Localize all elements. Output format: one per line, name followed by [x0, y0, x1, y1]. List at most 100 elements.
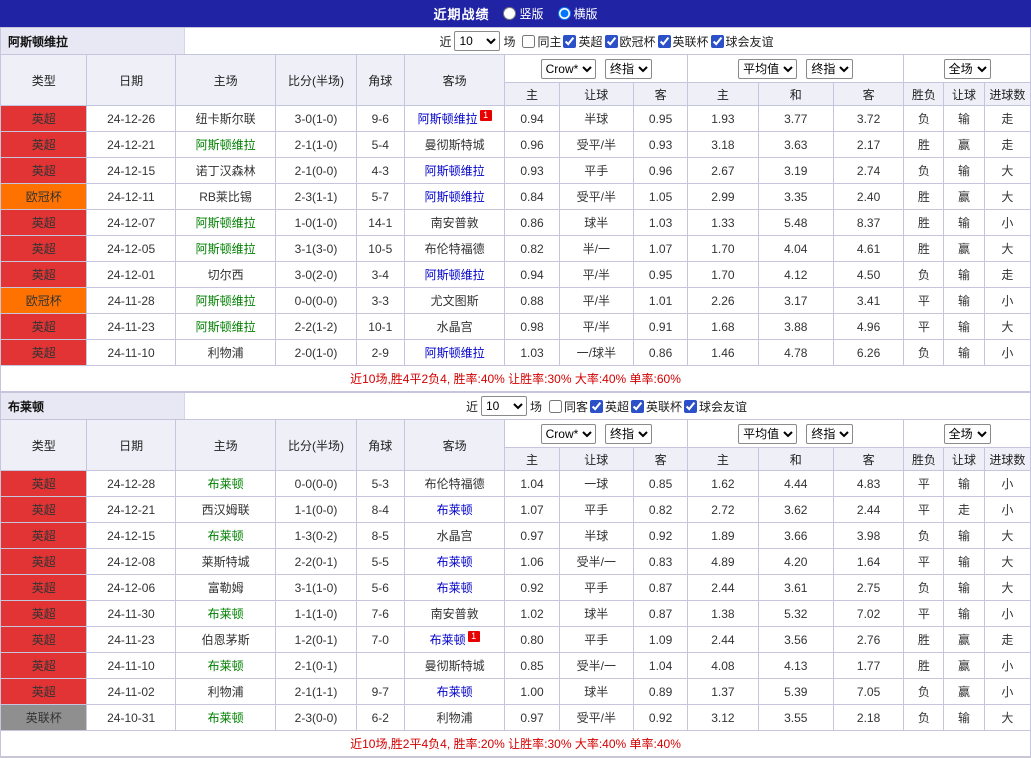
ah-home-odds: 0.94	[504, 105, 560, 132]
result-wdl: 负	[903, 261, 945, 288]
filter-checkbox[interactable]	[604, 34, 618, 48]
scope-controls: 全场	[903, 54, 1031, 83]
filter-label: 英联杯	[672, 34, 709, 49]
col-ah-result: 让球	[943, 447, 985, 471]
filter-英联杯[interactable]: 英联杯	[631, 398, 682, 415]
result-handicap: 赢	[943, 626, 985, 653]
league-filters: 同主 英超 欧冠杯 英联杯 球会友谊	[522, 33, 775, 50]
result-handicap: 走	[943, 496, 985, 523]
ah-away-odds: 0.93	[632, 131, 689, 158]
filter-球会友谊[interactable]: 球会友谊	[684, 398, 747, 415]
ah-line: 平手	[558, 626, 634, 653]
corners-cell	[355, 652, 405, 679]
scope-select[interactable]: 全场	[943, 58, 991, 79]
eu-stage-select[interactable]: 终指	[806, 58, 854, 79]
match-count-select[interactable]: 10	[454, 31, 501, 51]
filter-checkbox[interactable]	[563, 34, 577, 48]
eu-source-select[interactable]: 平均值	[738, 58, 798, 79]
eu-away-odds: 3.98	[832, 522, 905, 549]
eu-draw-odds: 3.63	[757, 131, 834, 158]
result-goals: 大	[983, 548, 1031, 575]
ah-line: 球半	[558, 600, 634, 627]
match-row: 欧冠杯 24-12-11 RB莱比锡 2-3(1-1) 5-7 阿斯顿维拉 0.84 受平/半…	[0, 183, 1031, 210]
eu-draw-odds: 5.32	[757, 600, 834, 627]
home-team-cell: 布莱顿	[174, 522, 277, 549]
match-row: 英超 24-12-26 纽卡斯尔联 3-0(1-0) 9-6 阿斯顿维拉 1 0.94 半球 0.…	[0, 105, 1031, 132]
col-eu-draw: 和	[757, 82, 834, 106]
filter-欧冠杯[interactable]: 欧冠杯	[604, 33, 656, 50]
ah-home-odds: 0.96	[504, 131, 560, 158]
col-ah-home: 主	[504, 447, 560, 471]
match-row: 英超 24-11-30 布莱顿 1-1(1-0) 7-6 南安普敦 1.02 球半 0.87 1.…	[0, 600, 1031, 627]
col-away-team: 客场	[403, 419, 506, 471]
col-score: 比分(半场)	[275, 54, 357, 106]
layout-vertical-label: 竖版	[519, 7, 544, 21]
result-handicap: 赢	[943, 652, 985, 679]
layout-horizontal-radio[interactable]	[557, 7, 571, 20]
result-goals: 小	[983, 287, 1031, 314]
eu-away-odds: 2.40	[832, 183, 905, 210]
away-team-cell: 阿斯顿维拉	[403, 339, 506, 366]
filter-bar: 近 10 场 同客 英超 英联杯 球会友谊	[185, 393, 1030, 419]
filter-suffix: 场	[529, 399, 542, 414]
eu-draw-odds: 4.04	[757, 235, 834, 262]
score-cell: 2-3(0-0)	[275, 704, 357, 731]
away-team-cell: 曼彻斯特城	[403, 131, 506, 158]
team-name: 利物浦	[207, 346, 244, 360]
match-count-select[interactable]: 10	[480, 396, 527, 416]
filter-同客[interactable]: 同客	[548, 398, 588, 415]
result-wdl: 平	[903, 496, 945, 523]
layout-option-horizontal[interactable]: 横版	[557, 5, 598, 22]
result-wdl: 胜	[903, 131, 945, 158]
col-ah-away: 客	[632, 82, 689, 106]
team-name: 富勒姆	[207, 581, 244, 595]
eu-stage-select[interactable]: 终指	[806, 423, 854, 444]
filter-checkbox[interactable]	[710, 34, 724, 48]
eu-home-odds: 1.89	[687, 522, 759, 549]
result-goals: 小	[983, 652, 1031, 679]
filter-checkbox[interactable]	[684, 399, 698, 413]
team-name: 阿斯顿维拉	[195, 216, 256, 230]
result-goals: 走	[983, 626, 1031, 653]
filter-checkbox[interactable]	[631, 399, 645, 413]
filter-checkbox[interactable]	[522, 34, 536, 48]
filter-label: 球会友谊	[699, 399, 748, 414]
result-handicap: 输	[943, 704, 985, 731]
scope-select[interactable]: 全场	[943, 423, 991, 444]
bookmaker-select[interactable]: Crow*	[540, 58, 596, 79]
match-row: 欧冠杯 24-11-28 阿斯顿维拉 0-0(0-0) 3-3 尤文图斯 0.88 平/半 1.…	[0, 287, 1031, 314]
corners-cell: 3-4	[355, 261, 405, 288]
match-date: 24-11-23	[86, 626, 176, 653]
filter-同主[interactable]: 同主	[522, 33, 561, 50]
filter-英联杯[interactable]: 英联杯	[657, 33, 709, 50]
bookmaker-select[interactable]: Crow*	[540, 423, 596, 444]
ah-stage-select[interactable]: 终指	[604, 423, 652, 444]
filter-球会友谊[interactable]: 球会友谊	[710, 33, 774, 50]
ah-away-odds: 0.85	[632, 470, 689, 497]
recent-results-page: 近期战绩 竖版 横版 阿斯顿维拉 近 10 场 同主 英超 欧冠杯 英联杯 球会友谊	[0, 0, 1031, 758]
away-team-cell: 利物浦	[403, 704, 506, 731]
team-name: 阿斯顿维拉	[195, 242, 256, 256]
col-goals-result: 进球数	[983, 82, 1031, 106]
score-cell: 2-2(0-1)	[275, 548, 357, 575]
layout-option-vertical[interactable]: 竖版	[503, 5, 544, 22]
eu-draw-odds: 3.55	[757, 704, 834, 731]
match-row: 英超 24-12-28 布莱顿 0-0(0-0) 5-3 布伦特福德 1.04 一球 0.85 1…	[0, 470, 1031, 497]
layout-vertical-radio[interactable]	[503, 7, 517, 20]
result-wdl: 负	[903, 574, 945, 601]
filter-checkbox[interactable]	[590, 399, 603, 413]
league-badge: 英超	[0, 339, 88, 366]
filter-checkbox[interactable]	[548, 399, 562, 413]
filter-英超[interactable]: 英超	[590, 398, 629, 415]
team-name: 纽卡斯尔联	[195, 112, 256, 126]
ah-away-odds: 0.82	[632, 496, 689, 523]
filter-英超[interactable]: 英超	[563, 33, 603, 50]
ah-line: 受半/一	[558, 548, 634, 575]
eu-source-select[interactable]: 平均值	[738, 423, 798, 444]
ah-stage-select[interactable]: 终指	[604, 58, 652, 79]
corners-cell: 5-5	[355, 548, 405, 575]
ah-line: 半球	[558, 105, 634, 132]
ah-home-odds: 1.02	[504, 600, 560, 627]
filter-checkbox[interactable]	[657, 34, 671, 48]
eu-away-odds: 8.37	[832, 209, 905, 236]
